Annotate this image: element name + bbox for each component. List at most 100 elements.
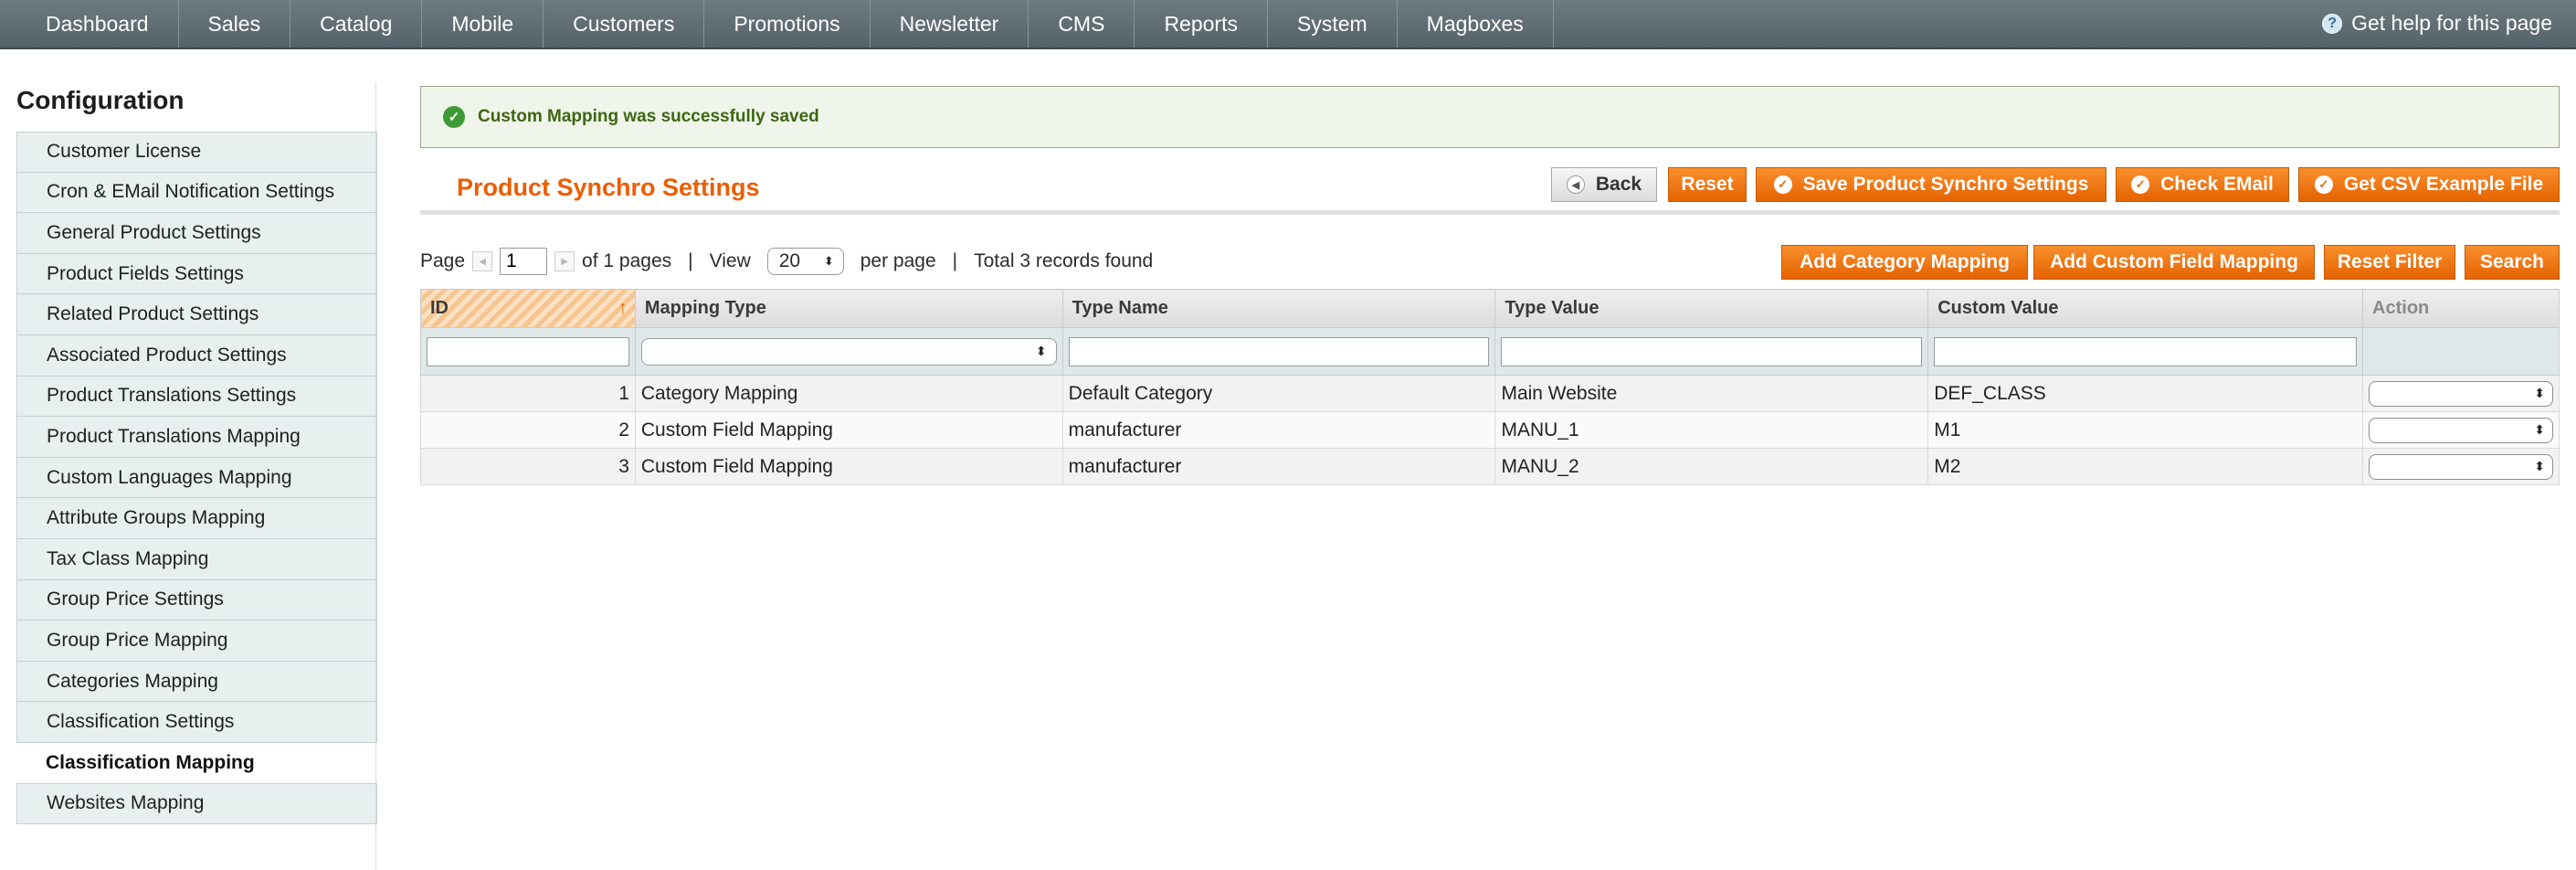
reset-filter-button[interactable]: Reset Filter xyxy=(2324,245,2455,280)
nav-mobile[interactable]: Mobile xyxy=(422,0,544,48)
sort-ascending-icon: ↑ xyxy=(618,298,628,318)
column-header-custom-value[interactable]: Custom Value xyxy=(1927,289,2364,328)
sidebar-item-cron-email[interactable]: Cron & EMail Notification Settings xyxy=(16,172,377,214)
select-arrows-icon: ⬍ xyxy=(1035,344,1047,358)
sidebar-item-classification-settings[interactable]: Classification Settings xyxy=(16,702,377,743)
sidebar-menu: Customer License Cron & EMail Notificati… xyxy=(16,132,377,825)
header-divider xyxy=(420,210,2560,215)
sidebar-item-customer-license[interactable]: Customer License xyxy=(16,132,377,173)
cell-type-value: MANU_2 xyxy=(1494,448,1929,485)
cell-id: 2 xyxy=(420,411,636,449)
column-header-type-name[interactable]: Type Name xyxy=(1061,289,1496,328)
save-settings-button[interactable]: ✓ Save Product Synchro Settings xyxy=(1756,167,2106,202)
row-action-select[interactable]: ⬍ xyxy=(2369,453,2553,480)
nav-dashboard[interactable]: Dashboard xyxy=(16,0,179,48)
filter-mapping-type-select[interactable]: ⬍ xyxy=(640,337,1057,366)
filter-id-input[interactable] xyxy=(427,336,629,366)
per-page-value: 20 xyxy=(778,250,801,271)
table-row[interactable]: 3 Custom Field Mapping manufacturer MANU… xyxy=(420,448,2560,485)
sidebar-item-product-translations-mapping[interactable]: Product Translations Mapping xyxy=(16,417,377,458)
per-page-label: per page xyxy=(860,250,936,271)
sidebar-item-general-product[interactable]: General Product Settings xyxy=(16,213,377,254)
nav-cms[interactable]: CMS xyxy=(1029,0,1135,48)
column-header-mapping-type[interactable]: Mapping Type xyxy=(634,289,1063,328)
get-csv-example-button-label: Get CSV Example File xyxy=(2343,174,2544,195)
success-check-icon: ✓ xyxy=(443,106,465,128)
sidebar-item-group-price-mapping[interactable]: Group Price Mapping xyxy=(16,621,377,662)
sidebar-item-product-translations-settings[interactable]: Product Translations Settings xyxy=(16,376,377,418)
cell-custom-value: M1 xyxy=(1927,411,2364,449)
cell-action: ⬍ xyxy=(2362,375,2560,412)
grid-filter-row: ⬍ xyxy=(420,327,2560,376)
search-button[interactable]: Search xyxy=(2465,245,2560,280)
select-arrows-icon: ⬍ xyxy=(2534,386,2545,400)
check-circle-icon: ✓ xyxy=(2131,175,2150,194)
sidebar-item-tax-class[interactable]: Tax Class Mapping xyxy=(16,538,377,580)
column-header-type-value[interactable]: Type Value xyxy=(1494,289,1929,328)
select-arrows-icon: ⬍ xyxy=(823,254,834,268)
sidebar-item-attribute-groups[interactable]: Attribute Groups Mapping xyxy=(16,498,377,539)
reset-button-label: Reset xyxy=(1681,174,1734,195)
filter-type-value-input[interactable] xyxy=(1501,336,1923,366)
pager-separator: | xyxy=(952,250,958,271)
sidebar-item-classification-mapping[interactable]: Classification Mapping xyxy=(16,742,377,784)
sidebar-item-websites-mapping[interactable]: Websites Mapping xyxy=(16,783,377,825)
back-arrow-icon: ◀ xyxy=(1566,175,1585,194)
add-category-mapping-button[interactable]: Add Category Mapping xyxy=(1781,245,2028,280)
pager: Page ◀ ▶ of 1 pages | View 20 ⬍ per page… xyxy=(420,247,1153,276)
column-header-id[interactable]: ID ↑ xyxy=(420,289,636,328)
success-message-text: Custom Mapping was successfully saved xyxy=(478,107,819,126)
nav-newsletter[interactable]: Newsletter xyxy=(871,0,1029,48)
get-csv-example-button[interactable]: ✓ Get CSV Example File xyxy=(2298,167,2560,202)
help-link[interactable]: ? Get help for this page xyxy=(2322,11,2552,36)
sidebar-item-custom-languages[interactable]: Custom Languages Mapping xyxy=(16,457,377,499)
add-custom-field-mapping-button[interactable]: Add Custom Field Mapping xyxy=(2033,245,2315,280)
previous-page-icon[interactable]: ◀ xyxy=(472,251,493,271)
filter-cell xyxy=(1061,327,1496,376)
sidebar-item-product-fields[interactable]: Product Fields Settings xyxy=(16,253,377,295)
cell-mapping-type: Custom Field Mapping xyxy=(634,448,1063,485)
sidebar-item-group-price-settings[interactable]: Group Price Settings xyxy=(16,579,377,621)
nav-magboxes[interactable]: Magboxes xyxy=(1398,0,1554,48)
nav-promotions[interactable]: Promotions xyxy=(704,0,871,48)
cell-type-name: manufacturer xyxy=(1061,411,1496,449)
sidebar-item-associated-product[interactable]: Associated Product Settings xyxy=(16,334,377,377)
nav-customers[interactable]: Customers xyxy=(544,0,705,48)
search-button-label: Search xyxy=(2479,251,2545,272)
cell-type-value: Main Website xyxy=(1494,375,1929,412)
reset-filter-label: Reset Filter xyxy=(2337,251,2443,272)
nav-system[interactable]: System xyxy=(1268,0,1398,48)
row-action-select[interactable]: ⬍ xyxy=(2369,380,2553,407)
total-records-label: Total 3 records found xyxy=(974,250,1154,271)
cell-type-name: Default Category xyxy=(1061,375,1496,412)
per-page-select[interactable]: 20 ⬍ xyxy=(766,248,844,275)
table-row[interactable]: 2 Custom Field Mapping manufacturer MANU… xyxy=(420,411,2560,449)
cell-id: 1 xyxy=(420,375,636,412)
next-page-icon[interactable]: ▶ xyxy=(554,251,575,271)
check-email-button[interactable]: ✓ Check EMail xyxy=(2116,167,2289,202)
cell-type-value: MANU_1 xyxy=(1494,411,1929,449)
back-button[interactable]: ◀ Back xyxy=(1551,167,1657,202)
nav-catalog[interactable]: Catalog xyxy=(290,0,423,48)
nav-reports[interactable]: Reports xyxy=(1135,0,1268,48)
nav-sales[interactable]: Sales xyxy=(179,0,291,48)
filter-cell: ⬍ xyxy=(634,327,1063,376)
filter-custom-value-input[interactable] xyxy=(1934,336,2358,366)
of-pages-label: of 1 pages xyxy=(582,250,672,271)
row-action-select[interactable]: ⬍ xyxy=(2369,417,2553,443)
page-number-input[interactable] xyxy=(500,248,548,275)
check-circle-icon: ✓ xyxy=(2314,175,2333,194)
page-title: Product Synchro Settings xyxy=(457,174,760,201)
sidebar-item-categories-mapping[interactable]: Categories Mapping xyxy=(16,661,377,703)
page-label: Page xyxy=(420,250,466,271)
reset-button[interactable]: Reset xyxy=(1668,167,1747,202)
back-button-label: Back xyxy=(1595,174,1642,195)
grid-header-row: ID ↑ Mapping Type Type Name Type Value C… xyxy=(420,289,2560,328)
view-label: View xyxy=(709,250,751,271)
sidebar-item-related-product[interactable]: Related Product Settings xyxy=(16,294,377,335)
table-row[interactable]: 1 Category Mapping Default Category Main… xyxy=(420,375,2560,412)
filter-cell xyxy=(420,327,636,376)
cell-custom-value: DEF_CLASS xyxy=(1927,375,2364,412)
success-message: ✓ Custom Mapping was successfully saved xyxy=(420,86,2560,148)
filter-type-name-input[interactable] xyxy=(1068,336,1490,366)
